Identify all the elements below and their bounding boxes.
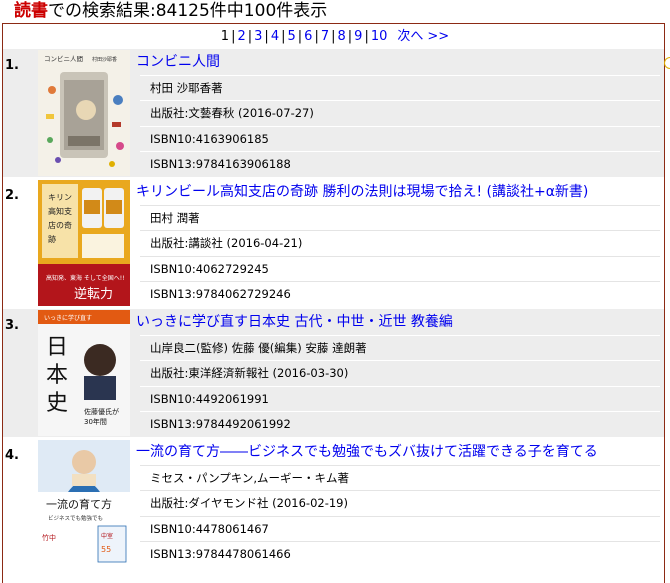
svg-text:キリン: キリン — [48, 193, 72, 202]
page-link-10[interactable]: 10 — [369, 29, 390, 44]
svg-text:佐藤優氏が: 佐藤優氏が — [84, 407, 119, 416]
book-entry-1: 1. コンビニ人間 村田沙耶香 コンビニ人間 村田 沙耶香著 出版社:文藝春秋 … — [3, 49, 664, 177]
svg-text:日: 日 — [46, 335, 68, 360]
book-cover-2[interactable]: キリン 高知支 店の奇 跡 高知発、東海 そして全国へ!! 逆転力 — [38, 180, 130, 306]
page-link-4[interactable]: 4 — [269, 29, 281, 44]
svg-text:高知発、東海 そして全国へ!!: 高知発、東海 そして全国へ!! — [46, 274, 125, 282]
svg-text:いっきに学び直す: いっきに学び直す — [44, 314, 92, 322]
page-link-9[interactable]: 9 — [352, 29, 364, 44]
book-number: 4. — [5, 448, 19, 463]
book-isbn13: ISBN13:9784478061466 — [140, 541, 660, 566]
book-cover-4[interactable]: 一流の育て方 ビジネスでも勉強でも 竹中 中室 55 — [38, 440, 130, 566]
book-publisher: 出版社:講談社 (2016-04-21) — [140, 230, 660, 255]
book-author: ミセス・パンプキン,ムーギー・キム著 — [140, 465, 660, 490]
svg-text:村田沙耶香: 村田沙耶香 — [92, 56, 117, 63]
svg-text:高知支: 高知支 — [48, 206, 72, 216]
result-count-text: での検索結果:84125件中100件表示 — [48, 1, 328, 21]
book-isbn10: ISBN10:4492061991 — [140, 386, 660, 411]
svg-text:本: 本 — [46, 363, 68, 388]
book-title-1[interactable]: コンビニ人間 — [136, 52, 220, 72]
page-link-6[interactable]: 6 — [302, 29, 314, 44]
last-page-link[interactable]: >> — [425, 29, 451, 44]
book-entry-2: 2. キリン 高知支 店の奇 跡 高知発、東海 そして全国へ!! 逆転力 キリン… — [3, 179, 664, 307]
page-link-8[interactable]: 8 — [336, 29, 348, 44]
book-title-4[interactable]: 一流の育て方――ビジネスでも勉強でもズバ抜けて活躍できる子を育てる — [136, 442, 598, 462]
next-page-link[interactable]: 次へ — [389, 29, 425, 44]
search-keyword: 読書 — [14, 1, 48, 21]
cover-illustration-icon: キリン 高知支 店の奇 跡 高知発、東海 そして全国へ!! 逆転力 — [38, 180, 130, 306]
book-entry-4: 4. 一流の育て方 ビジネスでも勉強でも 竹中 中室 55 一流の育て方――ビジ… — [3, 439, 664, 567]
svg-text:30年間: 30年間 — [84, 417, 107, 426]
svg-text:店の奇: 店の奇 — [48, 220, 72, 230]
book-isbn13: ISBN13:9784163906188 — [140, 151, 660, 176]
book-title-2[interactable]: キリンビール高知支店の奇跡 勝利の法則は現場で拾え! (講談社+α新書) — [136, 182, 588, 202]
book-publisher: 出版社:ダイヤモンド社 (2016-02-19) — [140, 490, 660, 515]
book-author: 田村 潤著 — [140, 205, 660, 230]
page-link-7[interactable]: 7 — [319, 29, 331, 44]
book-author: 山岸良二(監修) 佐藤 優(編集) 安藤 達朗著 — [140, 335, 660, 360]
svg-text:一流の育て方: 一流の育て方 — [46, 497, 112, 511]
book-number: 2. — [5, 188, 19, 203]
bracket-icon — [664, 57, 670, 69]
svg-text:ビジネスでも勉強でも: ビジネスでも勉強でも — [48, 514, 103, 522]
svg-text:跡: 跡 — [48, 234, 56, 244]
book-entry-3: 3. いっきに学び直す 日 本 史 佐藤優氏が 30年間 いっきに学び直す日本史… — [3, 309, 664, 437]
svg-text:コンビニ人間: コンビニ人間 — [44, 54, 83, 63]
svg-text:竹中: 竹中 — [42, 533, 56, 542]
book-author: 村田 沙耶香著 — [140, 75, 660, 100]
svg-text:中室: 中室 — [101, 532, 113, 540]
svg-text:史: 史 — [46, 391, 68, 416]
book-publisher: 出版社:文藝春秋 (2016-07-27) — [140, 100, 660, 125]
svg-text:逆転力: 逆転力 — [74, 286, 113, 302]
book-publisher: 出版社:東洋経済新報社 (2016-03-30) — [140, 360, 660, 385]
page-link-5[interactable]: 5 — [285, 29, 297, 44]
cover-illustration-icon: いっきに学び直す 日 本 史 佐藤優氏が 30年間 — [38, 310, 130, 436]
page-current: 1 — [220, 29, 230, 44]
book-cover-3[interactable]: いっきに学び直す 日 本 史 佐藤優氏が 30年間 — [38, 310, 130, 436]
book-number: 3. — [5, 318, 19, 333]
search-result-header: 読書での検索結果:84125件中100件表示 — [14, 0, 327, 22]
book-title-3[interactable]: いっきに学び直す日本史 古代・中世・近世 教養編 — [136, 312, 453, 332]
cover-illustration-icon: コンビニ人間 村田沙耶香 — [38, 50, 130, 176]
book-isbn10: ISBN10:4163906185 — [140, 126, 660, 151]
svg-text:55: 55 — [101, 545, 111, 554]
book-cover-1[interactable]: コンビニ人間 村田沙耶香 — [38, 50, 130, 176]
book-isbn10: ISBN10:4478061467 — [140, 516, 660, 541]
cover-illustration-icon: 一流の育て方 ビジネスでも勉強でも 竹中 中室 55 — [38, 440, 130, 566]
page-link-3[interactable]: 3 — [252, 29, 264, 44]
page-link-2[interactable]: 2 — [235, 29, 247, 44]
book-number: 1. — [5, 58, 19, 73]
book-isbn13: ISBN13:9784062729246 — [140, 281, 660, 306]
book-isbn10: ISBN10:4062729245 — [140, 256, 660, 281]
pagination: 1 | 2 | 3 | 4 | 5 | 6 | 7 | 8 | 9 | 10 次へ >> — [220, 29, 451, 44]
book-isbn13: ISBN13:9784492061992 — [140, 411, 660, 436]
